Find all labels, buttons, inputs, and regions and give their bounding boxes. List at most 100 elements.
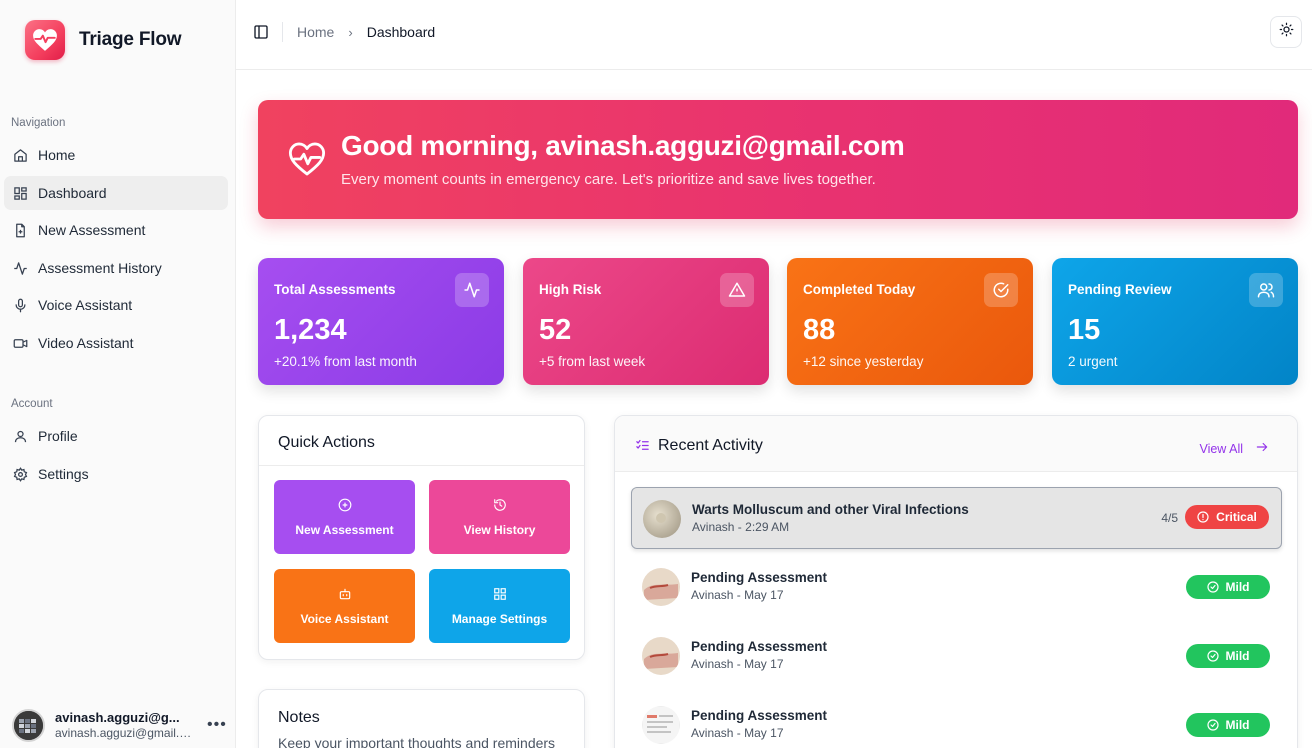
activity-icon	[12, 260, 28, 276]
sidebar-toggle-icon[interactable]	[253, 24, 271, 42]
theme-toggle-button[interactable]	[1270, 16, 1302, 48]
sidebar-item-settings[interactable]: Settings	[4, 457, 228, 491]
nav-group-label: Navigation	[11, 117, 66, 129]
breadcrumb-current: Dashboard	[366, 24, 436, 40]
activity-score: 4/5	[1161, 511, 1178, 525]
video-icon	[12, 335, 28, 351]
plus-circle-icon	[337, 497, 353, 513]
mic-icon	[12, 297, 28, 313]
brand[interactable]: Triage Flow	[25, 20, 182, 60]
user-email: avinash.agguzi@gmail.c...	[55, 726, 195, 740]
app-name: Triage Flow	[79, 29, 182, 50]
welcome-banner: Good morning, avinash.agguzi@gmail.com E…	[258, 100, 1298, 219]
activity-title: Pending Assessment	[691, 708, 828, 723]
topbar: Home › Dashboard	[236, 0, 1312, 70]
stat-card-pending-review[interactable]: Pending Review 15 2 urgent	[1052, 258, 1298, 385]
stat-value: 1,234	[274, 314, 347, 346]
skin-image-thumbnail	[642, 568, 680, 606]
view-all-link[interactable]: View All	[1199, 440, 1269, 457]
sidebar-item-label: Dashboard	[38, 185, 107, 201]
recent-activity-header: Recent Activity View All	[615, 416, 1297, 472]
arrow-right-icon	[1255, 440, 1269, 457]
stat-note: +5 from last week	[539, 354, 646, 369]
sidebar-item-label: Settings	[38, 466, 89, 482]
new-assessment-button[interactable]: New Assessment	[274, 480, 415, 554]
check-circle-icon	[1206, 650, 1219, 662]
breadcrumb-home[interactable]: Home	[297, 24, 334, 40]
stat-card-high-risk[interactable]: High Risk 52 +5 from last week	[523, 258, 769, 385]
sidebar-item-label: Video Assistant	[38, 335, 134, 351]
button-label: View History	[463, 523, 536, 537]
stat-note: +12 since yesterday	[803, 354, 924, 369]
button-label: New Assessment	[295, 523, 394, 537]
sidebar-item-video-assistant[interactable]: Video Assistant	[4, 326, 228, 360]
button-label: Manage Settings	[451, 612, 548, 626]
severity-badge: Mild	[1186, 644, 1270, 668]
activity-title: Warts Molluscum and other Viral Infectio…	[692, 502, 969, 517]
sidebar-item-profile[interactable]: Profile	[4, 419, 228, 453]
severity-badge: Mild	[1186, 713, 1270, 737]
bot-icon	[337, 586, 353, 602]
sidebar-item-new-assessment[interactable]: New Assessment	[4, 213, 228, 247]
sidebar-item-home[interactable]: Home	[4, 138, 228, 172]
user-icon	[12, 428, 28, 444]
alert-triangle-icon	[720, 273, 754, 307]
badge-label: Mild	[1225, 649, 1250, 663]
activity-item[interactable]: Pending Assessment Avinash - May 17 Mild	[631, 625, 1282, 687]
sun-icon	[1279, 22, 1294, 42]
sidebar-item-label: Assessment History	[38, 260, 162, 276]
notes-title: Notes	[278, 709, 320, 726]
sidebar: Triage Flow Navigation Home Dashboard Ne…	[0, 0, 236, 748]
user-menu[interactable]: avinash.agguzi@g... avinash.agguzi@gmail…	[12, 708, 227, 742]
divider	[259, 465, 584, 466]
sidebar-item-voice-assistant[interactable]: Voice Assistant	[4, 288, 228, 322]
dashboard-icon	[12, 185, 28, 201]
activity-item[interactable]: Warts Molluscum and other Viral Infectio…	[631, 487, 1282, 549]
sidebar-item-dashboard[interactable]: Dashboard	[4, 176, 228, 210]
avatar	[12, 708, 45, 742]
sidebar-item-label: Voice Assistant	[38, 297, 133, 313]
stat-note: 2 urgent	[1068, 354, 1118, 369]
heart-pulse-icon	[288, 141, 326, 177]
skin-image-thumbnail	[642, 637, 680, 675]
view-all-label: View All	[1199, 441, 1243, 456]
users-icon	[1249, 273, 1283, 307]
severity-badge: Critical	[1185, 505, 1269, 529]
breadcrumb: Home › Dashboard	[297, 24, 435, 40]
history-icon	[492, 497, 508, 513]
activity-meta: Avinash - May 17	[691, 588, 784, 602]
stat-card-total-assessments[interactable]: Total Assessments 1,234 +20.1% from last…	[258, 258, 504, 385]
sidebar-item-assessment-history[interactable]: Assessment History	[4, 251, 228, 285]
activity-item[interactable]: Pending Assessment Avinash - May 17 Mild	[631, 556, 1282, 618]
activity-item[interactable]: Pending Assessment Avinash - May 17 Mild	[631, 694, 1282, 748]
home-icon	[12, 147, 28, 163]
quick-actions-title: Quick Actions	[278, 434, 375, 451]
file-plus-icon	[12, 222, 28, 238]
stat-value: 88	[803, 314, 836, 346]
stat-note: +20.1% from last month	[274, 354, 417, 369]
voice-assistant-button[interactable]: Voice Assistant	[274, 569, 415, 643]
grid-icon	[492, 586, 508, 602]
notes-subtitle: Keep your important thoughts and reminde…	[278, 735, 556, 748]
stat-value: 15	[1068, 314, 1101, 346]
greeting-title: Good morning, avinash.agguzi@gmail.com	[341, 130, 905, 161]
stat-label: Pending Review	[1068, 282, 1172, 297]
alert-circle-icon	[1197, 511, 1209, 523]
stat-card-completed-today[interactable]: Completed Today 88 +12 since yesterday	[787, 258, 1033, 385]
view-history-button[interactable]: View History	[429, 480, 570, 554]
activity-meta: Avinash - May 17	[691, 726, 784, 740]
stat-label: Completed Today	[803, 282, 916, 297]
button-label: Voice Assistant	[300, 612, 389, 626]
greeting-subtitle: Every moment counts in emergency care. L…	[341, 171, 876, 188]
stat-label: Total Assessments	[274, 282, 396, 297]
more-icon[interactable]: •••	[207, 716, 227, 734]
account-group-label: Account	[11, 398, 53, 410]
gear-icon	[12, 466, 28, 482]
sidebar-item-label: Profile	[38, 428, 78, 444]
activity-meta: Avinash - May 17	[691, 657, 784, 671]
document-thumbnail	[642, 706, 680, 744]
recent-activity-card: Recent Activity View All Warts Molluscum…	[614, 415, 1298, 748]
user-name: avinash.agguzi@g...	[55, 710, 180, 725]
manage-settings-button[interactable]: Manage Settings	[429, 569, 570, 643]
list-checks-icon	[635, 438, 651, 454]
